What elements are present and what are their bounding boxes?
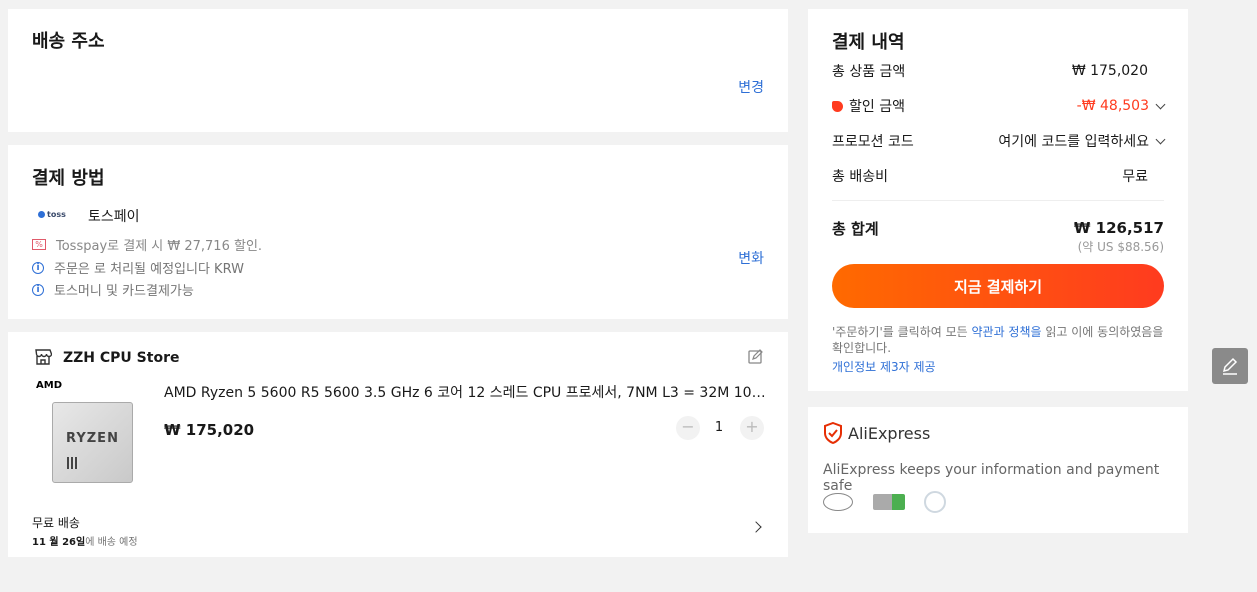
chevron-down-icon xyxy=(1155,99,1166,109)
delivery-suffix: 에 배송 예정 xyxy=(85,537,138,548)
toss-icon xyxy=(38,211,45,218)
certification-badge-icon xyxy=(924,491,946,513)
quantity-increase-button[interactable]: + xyxy=(740,416,764,440)
agreement-text: '주문하기'를 클릭하여 모든 약관과 정책을 읽고 이에 동의하였음을 확인합… xyxy=(832,325,1164,355)
feedback-edit-button[interactable] xyxy=(1212,348,1248,384)
delivery-date: 11 월 26일 xyxy=(32,537,86,548)
total-label: 총 합계 xyxy=(832,220,879,238)
terms-link[interactable]: 약관과 정책을 xyxy=(971,325,1041,339)
discount-row[interactable]: 할인 금액 -₩ 48,503 xyxy=(832,96,1166,116)
shipping-method-row[interactable]: 무료 배송 11 월 26일에 배송 예정 xyxy=(32,514,764,548)
quantity-decrease-button[interactable]: − xyxy=(676,416,700,440)
quantity-value[interactable]: 1 xyxy=(712,420,726,435)
toss-logo: toss xyxy=(38,210,66,219)
shipping-title: 배송 주소 xyxy=(32,31,105,52)
shipping-change-link[interactable]: 변경 xyxy=(738,77,764,97)
store-name[interactable]: ZZH CPU Store xyxy=(63,350,179,366)
total-value: ₩ 126,517 xyxy=(1073,219,1164,237)
cpu-label: RYZEN xyxy=(66,431,119,446)
currency-info: i 주문은 로 처리될 예정입니다 KRW xyxy=(32,258,244,277)
order-summary-card: 결제 내역 총 상품 금액 ₩ 175,020 할인 금액 -₩ 48,503 … xyxy=(808,9,1188,391)
shield-icon xyxy=(823,421,843,448)
aliexpress-brand: AliExpress xyxy=(848,424,931,443)
payment-provider-name: 토스페이 xyxy=(88,209,140,225)
shipping-fee-row: 총 배송비 무료 xyxy=(832,166,1164,186)
store-card: ZZH CPU Store AMD RYZEN AMD Ryzen 5 5600… xyxy=(8,332,788,557)
free-shipping-label: 무료 배송 xyxy=(32,516,80,530)
verified-badge-icon xyxy=(873,494,905,510)
chevron-down-icon xyxy=(1155,134,1166,144)
info-icon: i xyxy=(32,283,44,296)
trust-card: AliExpress AliExpress keeps your informa… xyxy=(808,407,1188,533)
security-badge-icon xyxy=(823,493,853,511)
discount-value: -₩ 48,503 xyxy=(1076,98,1149,114)
product-image[interactable]: AMD RYZEN xyxy=(32,380,137,485)
pencil-icon xyxy=(1222,357,1238,375)
shipping-address-card: 배송 주소 변경 xyxy=(8,9,788,132)
product-price: ₩ 175,020 xyxy=(164,421,255,439)
payment-title: 결제 방법 xyxy=(32,168,105,189)
promo-code-placeholder: 여기에 코드를 입력하세요 xyxy=(998,134,1149,150)
tosspay-promo: % Tosspay로 결제 시 ₩ 27,716 할인. xyxy=(32,235,262,254)
subtotal-value: ₩ 175,020 xyxy=(1071,63,1148,79)
coupon-icon: % xyxy=(32,239,46,250)
total-usd: (약 US $88.56) xyxy=(1077,240,1164,254)
info-icon: i xyxy=(32,261,44,274)
promo-code-row[interactable]: 프로모션 코드 여기에 코드를 입력하세요 xyxy=(832,131,1166,151)
pay-now-button[interactable]: 지금 결제하기 xyxy=(832,264,1164,308)
shipping-fee-value: 무료 xyxy=(1122,169,1148,185)
payment-support-info: i 토스머니 및 카드결제가능 xyxy=(32,280,194,299)
amd-logo: AMD xyxy=(36,380,62,391)
trust-text: AliExpress keeps your information and pa… xyxy=(823,462,1160,494)
qr-code-icon xyxy=(67,457,79,469)
product-title[interactable]: AMD Ryzen 5 5600 R5 5600 3.5 GHz 6 코어 12… xyxy=(164,382,766,402)
store-icon xyxy=(34,349,53,369)
summary-title: 결제 내역 xyxy=(832,32,905,53)
cpu-chip: RYZEN xyxy=(52,402,133,483)
summary-divider xyxy=(832,200,1164,201)
tag-icon xyxy=(832,100,843,112)
note-edit-icon[interactable] xyxy=(748,349,764,369)
payment-change-link[interactable]: 변화 xyxy=(738,248,764,268)
payment-method-card: 결제 방법 toss 토스페이 % Tosspay로 결제 시 ₩ 27,716… xyxy=(8,145,788,319)
subtotal-row: 총 상품 금액 ₩ 175,020 xyxy=(832,63,1148,80)
privacy-link[interactable]: 개인정보 제3자 제공 xyxy=(832,358,936,375)
